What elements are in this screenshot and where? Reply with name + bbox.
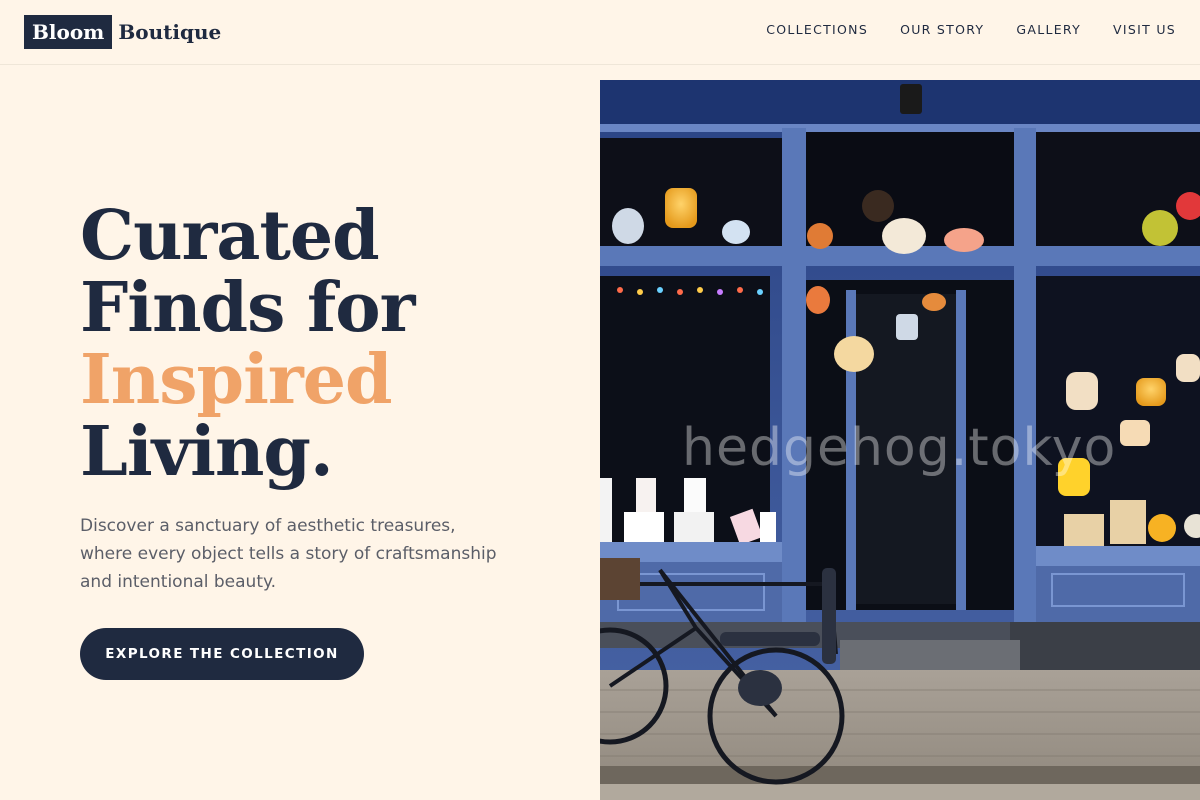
hero-title-accent: Inspired [80, 340, 393, 420]
logo-box: Bloom [24, 15, 113, 49]
hero-title-line: Finds for [80, 268, 416, 348]
nav-collections[interactable]: COLLECTIONS [766, 22, 868, 37]
hero-storefront-image: hedgehog.tokyo [600, 80, 1200, 800]
brand-logo[interactable]: Bloom Boutique [24, 15, 221, 49]
main-nav: COLLECTIONS OUR STORY GALLERY VISIT US [766, 22, 1176, 37]
nav-gallery[interactable]: GALLERY [1016, 22, 1081, 37]
nav-our-story[interactable]: OUR STORY [900, 22, 984, 37]
nav-visit-us[interactable]: VISIT US [1113, 22, 1176, 37]
logo-text: Boutique [118, 20, 222, 44]
hero-description: Discover a sanctuary of aesthetic treasu… [80, 516, 497, 592]
site-header: Bloom Boutique COLLECTIONS OUR STORY GAL… [0, 0, 1200, 65]
hero-title-line: Curated [80, 196, 380, 276]
image-watermark: hedgehog.tokyo [682, 418, 1117, 478]
hero-title: Curated Finds for Inspired Living. [80, 200, 580, 488]
hero-title-line: Living. [80, 412, 334, 492]
explore-collection-button[interactable]: EXPLORE THE COLLECTION [80, 628, 364, 680]
